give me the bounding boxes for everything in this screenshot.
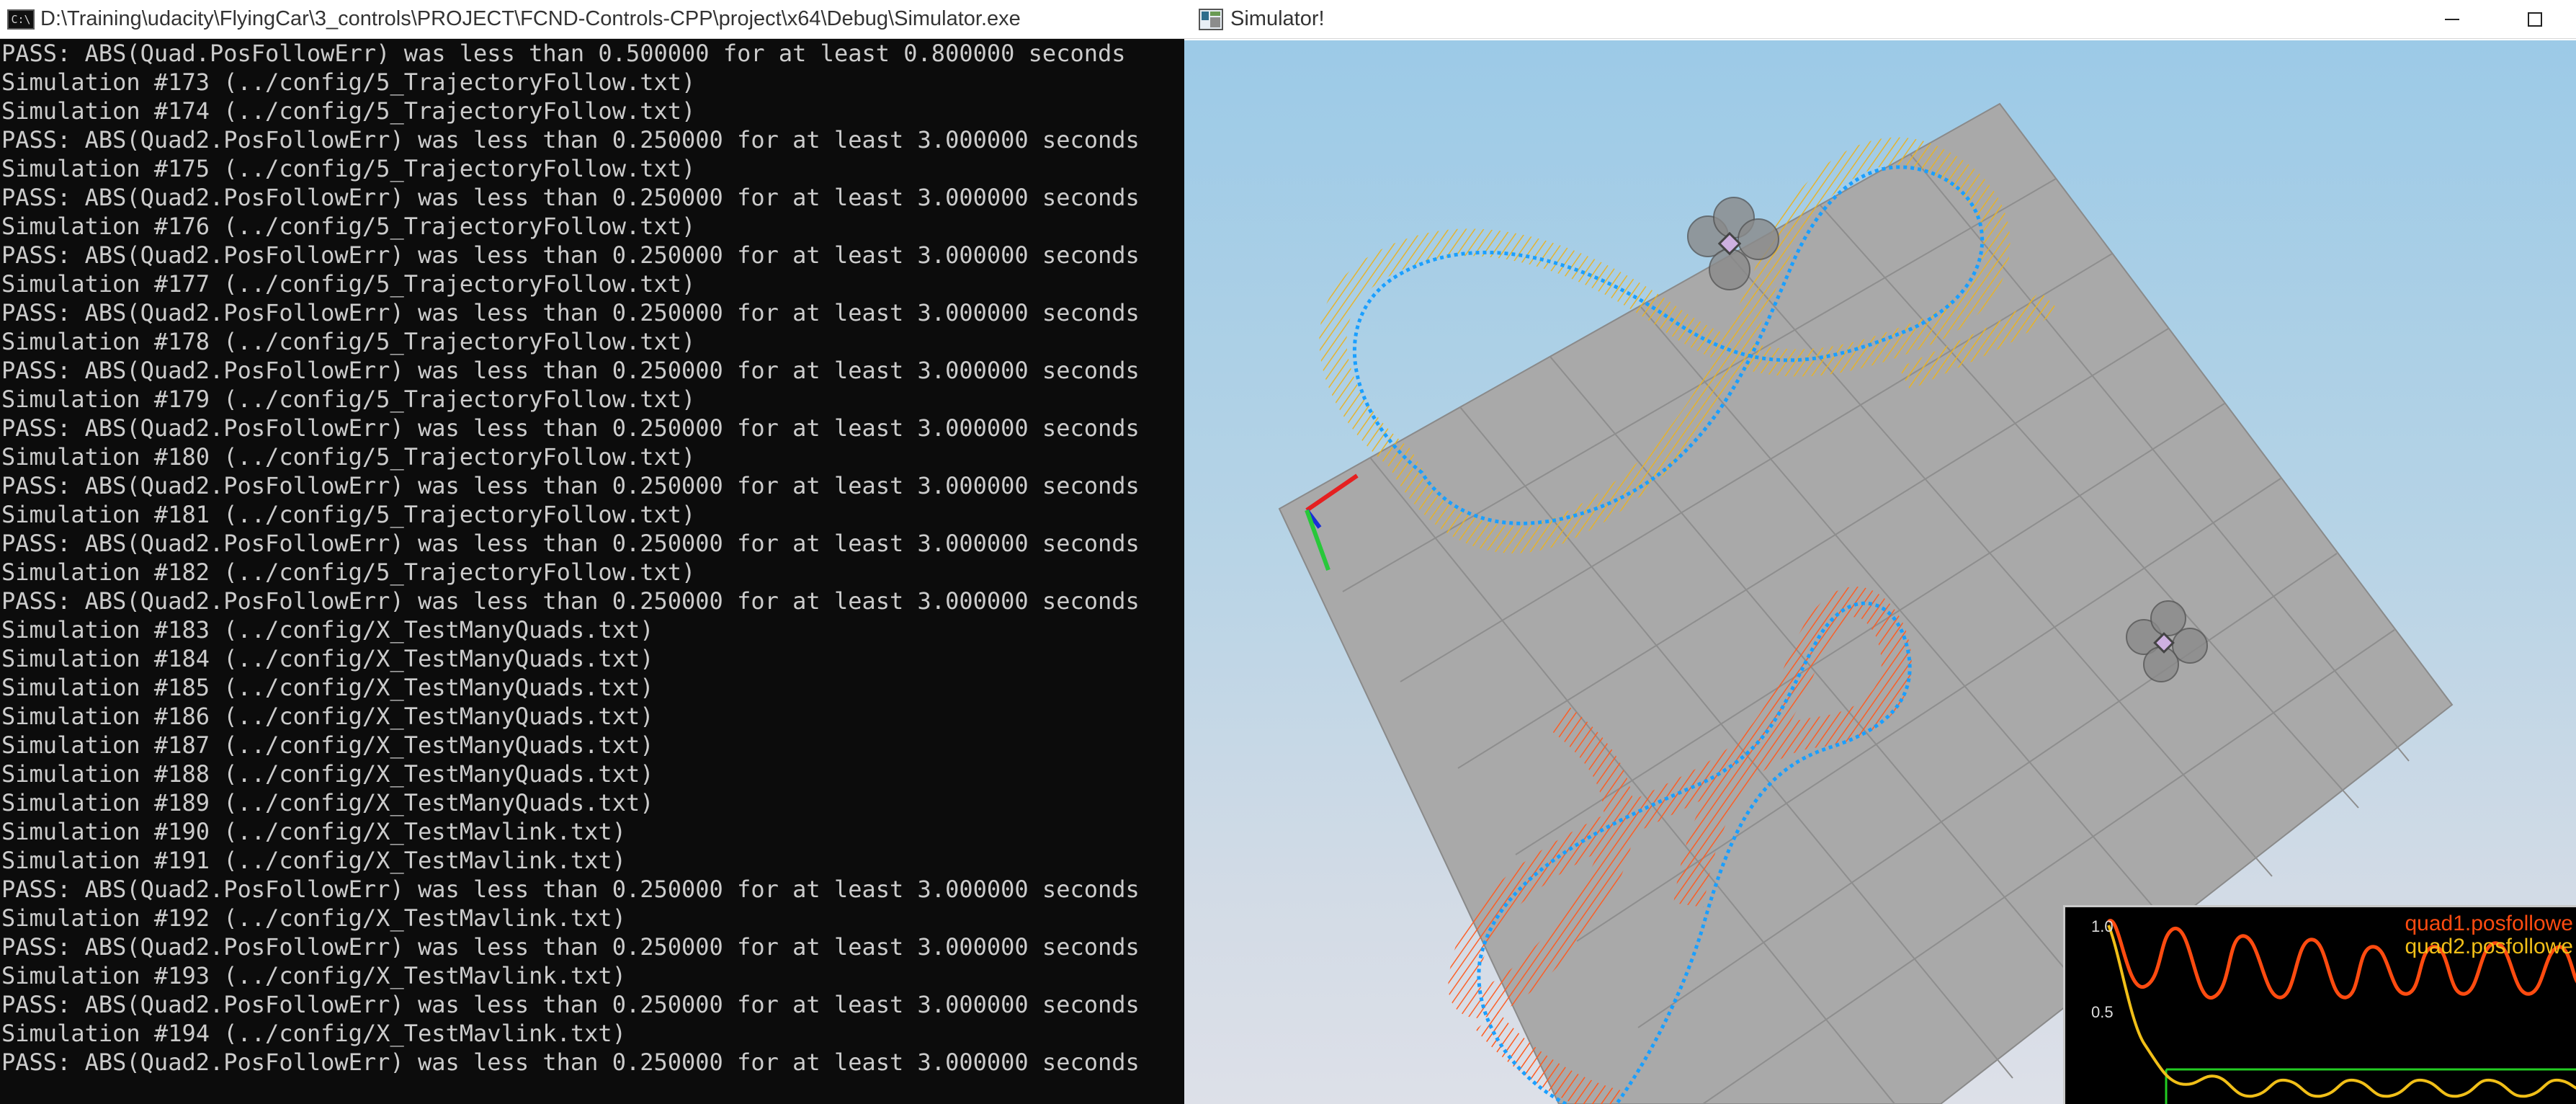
app-icon [1199,8,1223,30]
console-line: PASS: ABS(Quad2.PosFollowErr) was less t… [1,126,1140,153]
console-line: Simulation #193 (../config/X_TestMavlink… [1,962,626,989]
console-line: Simulation #186 (../config/X_TestManyQua… [1,703,654,730]
console-line: PASS: ABS(Quad2.PosFollowErr) was less t… [1,184,1140,211]
maximize-button[interactable] [2493,0,2576,39]
console-line: Simulation #183 (../config/X_TestManyQua… [1,616,654,644]
console-line: Simulation #178 (../config/5_TrajectoryF… [1,328,696,355]
console-line: PASS: ABS(Quad2.PosFollowErr) was less t… [1,357,1140,384]
maximize-icon [2527,12,2542,27]
console-line: Simulation #187 (../config/X_TestManyQua… [1,731,654,759]
console-line: Simulation #176 (../config/5_TrajectoryF… [1,213,696,240]
console-line: Simulation #181 (../config/5_TrajectoryF… [1,501,696,528]
y-tick-1-0: 1.0 [2091,917,2114,935]
console-output[interactable]: PASS: ABS(Quad.PosFollowErr) was less th… [0,39,1184,1104]
console-line: Simulation #194 (../config/X_TestMavlink… [1,1020,626,1047]
console-line: PASS: ABS(Quad2.PosFollowErr) was less t… [1,876,1140,903]
position-error-graph: 1.0 0.5 quad1.posfollowe quad2.posfollow… [2063,905,2576,1104]
window-controls [2410,0,2576,39]
console-line: PASS: ABS(Quad2.PosFollowErr) was less t… [1,241,1140,269]
simulation-viewport[interactable]: 1.0 0.5 quad1.posfollowe quad2.posfollow… [1184,40,2576,1104]
console-line: Simulation #190 (../config/X_TestMavlink… [1,818,626,845]
console-line: PASS: ABS(Quad2.PosFollowErr) was less t… [1,414,1140,442]
console-line: PASS: ABS(Quad2.PosFollowErr) was less t… [1,530,1140,557]
console-line: Simulation #185 (../config/X_TestManyQua… [1,674,654,701]
console-line: Simulation #174 (../config/5_TrajectoryF… [1,97,696,125]
cmd-icon: C:\ [7,9,35,30]
y-tick-0-5: 0.5 [2091,1003,2114,1021]
simulator-title: Simulator! [1230,7,1325,30]
console-line: PASS: ABS(Quad.PosFollowErr) was less th… [1,40,1126,67]
console-line: Simulation #188 (../config/X_TestManyQua… [1,760,654,788]
console-line: PASS: ABS(Quad2.PosFollowErr) was less t… [1,933,1140,961]
console-line: Simulation #191 (../config/X_TestMavlink… [1,847,626,874]
console-line: Simulation #177 (../config/5_TrajectoryF… [1,270,696,298]
console-line: Simulation #182 (../config/5_TrajectoryF… [1,558,696,586]
console-line: Simulation #184 (../config/X_TestManyQua… [1,645,654,672]
legend-quad2: quad2.posfollowe [2405,935,2573,958]
console-line: Simulation #192 (../config/X_TestMavlink… [1,904,626,932]
console-line: Simulation #175 (../config/5_TrajectoryF… [1,155,696,182]
console-line: Simulation #179 (../config/5_TrajectoryF… [1,386,696,413]
console-line: Simulation #180 (../config/5_TrajectoryF… [1,443,696,471]
console-titlebar[interactable]: C:\ D:\Training\udacity\FlyingCar\3_cont… [0,0,1184,39]
console-line: PASS: ABS(Quad2.PosFollowErr) was less t… [1,299,1140,326]
console-line: PASS: ABS(Quad2.PosFollowErr) was less t… [1,472,1140,499]
legend-quad1: quad1.posfollowe [2405,912,2573,935]
simulator-window: Simulator! 1.0 0.5 quad1.posfollowe quad… [1184,0,2576,1104]
console-line: Simulation #189 (../config/X_TestManyQua… [1,789,654,816]
console-window: C:\ D:\Training\udacity\FlyingCar\3_cont… [0,0,1184,1104]
simulator-titlebar[interactable]: Simulator! [1184,0,2576,39]
console-line: PASS: ABS(Quad2.PosFollowErr) was less t… [1,587,1140,615]
minimize-icon [2444,19,2459,20]
console-title: D:\Training\udacity\FlyingCar\3_controls… [40,7,1021,30]
minimize-button[interactable] [2410,0,2493,39]
console-line: PASS: ABS(Quad2.PosFollowErr) was less t… [1,991,1140,1018]
console-line: PASS: ABS(Quad2.PosFollowErr) was less t… [1,1049,1140,1076]
console-line: Simulation #173 (../config/5_TrajectoryF… [1,68,696,96]
